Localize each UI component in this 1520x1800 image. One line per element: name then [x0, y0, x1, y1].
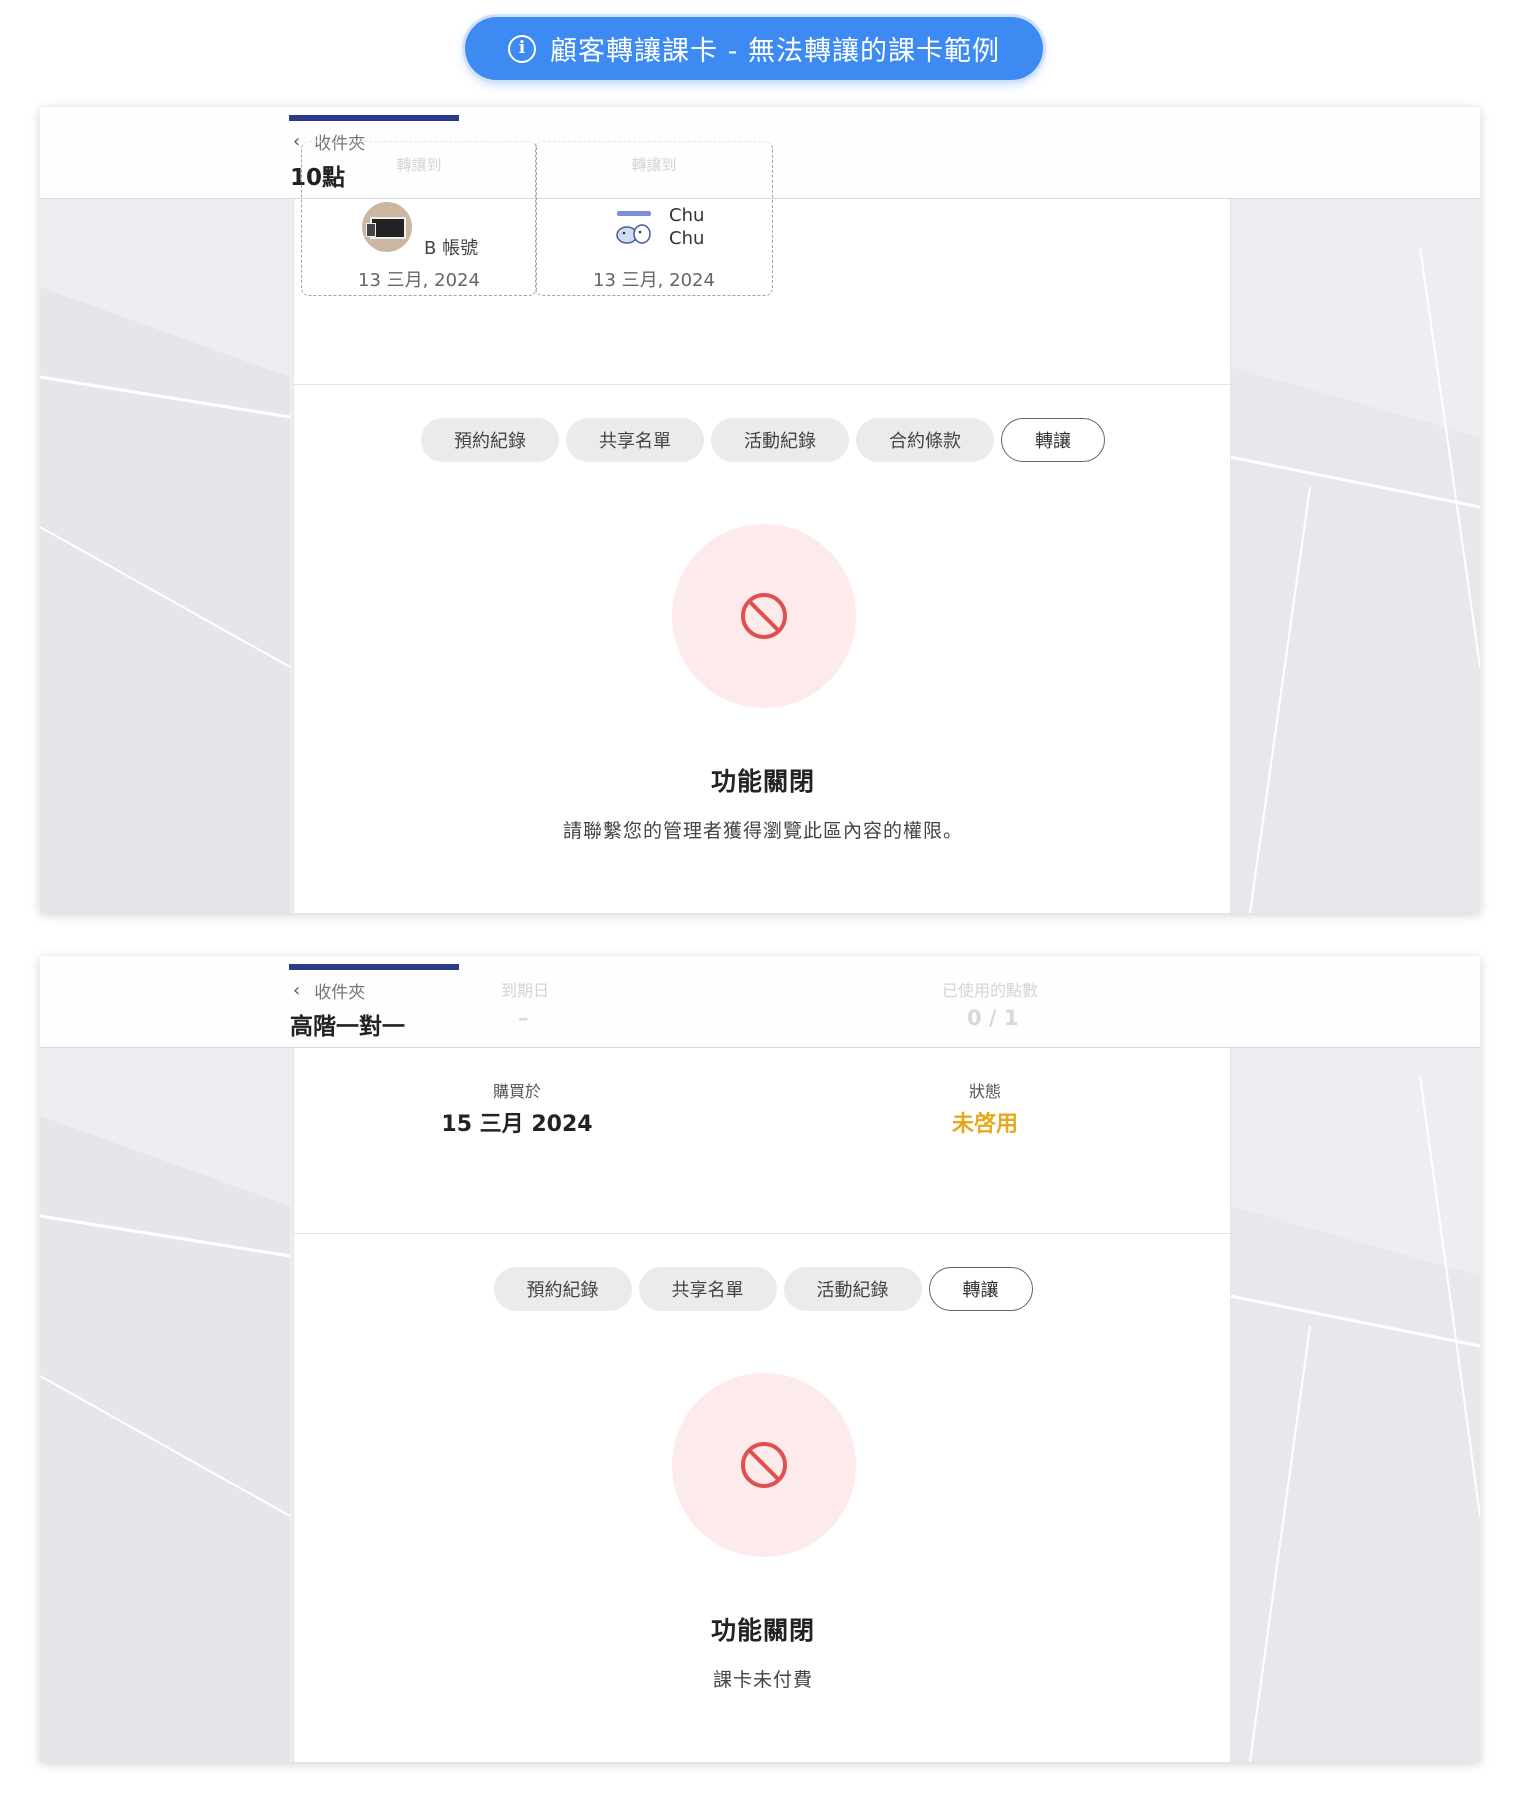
purchased-label: 購買於 [492, 1082, 541, 1101]
page-title: 高階一對一 [290, 1014, 405, 1040]
status-badge: 未啓用 [951, 1112, 1018, 1137]
blocked-message: 課卡未付費 [712, 1669, 813, 1691]
blocked-title: 功能關閉 [710, 767, 815, 796]
info-banner: i 顧客轉讓課卡 - 無法轉讓的課卡範例 [465, 17, 1043, 80]
tab-activity-log[interactable]: 活動紀錄 [783, 1267, 922, 1311]
transfer-card: 轉讓到 B 帳號 13 三月, 2024 [301, 141, 537, 296]
header-accent-bar [289, 115, 459, 121]
header-bar: ‹ 收件夾 高階一對一 到期日 – 已使用的點數 0 / 1 [40, 956, 1480, 1048]
blocked-icon [741, 1442, 787, 1488]
back-link[interactable]: ‹ 收件夾 [293, 978, 365, 1003]
tab-transfer[interactable]: 轉讓 [1001, 418, 1105, 462]
transfer-date: 13 三月, 2024 [593, 270, 715, 291]
purchased-value: 15 三月 2024 [441, 1112, 593, 1137]
blocked-title: 功能關閉 [710, 1616, 815, 1645]
transfer-date: 13 三月, 2024 [358, 270, 480, 291]
screenshot-panel-1: ‹ 收件夾 10點 轉讓到 B 帳號 13 三月, 2024 轉讓到 Chu C… [40, 107, 1480, 913]
tab-activity-log[interactable]: 活動紀錄 [711, 418, 849, 462]
expiry-value: – [518, 1006, 529, 1030]
points-used-value: 0 / 1 [967, 1006, 1019, 1030]
avatar [362, 202, 412, 252]
chevron-left-icon: ‹ [293, 980, 301, 1001]
tab-shared-list[interactable]: 共享名單 [566, 418, 704, 462]
back-label: 收件夾 [314, 983, 366, 1003]
blocked-icon-circle [672, 1373, 856, 1557]
chevron-left-icon: ‹ [293, 131, 301, 152]
content-area: 轉讓到 B 帳號 13 三月, 2024 轉讓到 Chu Chu 13 三月, … [293, 141, 1232, 913]
tab-shared-list[interactable]: 共享名單 [638, 1267, 777, 1311]
screenshot-panel-2: ‹ 收件夾 高階一對一 到期日 – 已使用的點數 0 / 1 購買於 15 三月… [40, 956, 1480, 1762]
divider [294, 1233, 1232, 1234]
transfer-card-heading: 轉讓到 [396, 156, 442, 174]
status-label: 狀態 [968, 1082, 1001, 1101]
info-icon: i [508, 34, 537, 63]
avatar [616, 211, 651, 244]
recipient-name: Chu Chu [669, 205, 705, 249]
tab-booking-records[interactable]: 預約紀錄 [421, 418, 559, 462]
tab-transfer[interactable]: 轉讓 [928, 1267, 1033, 1311]
transfer-card: 轉讓到 Chu Chu 13 三月, 2024 [535, 141, 773, 296]
tab-bar: 預約紀錄 共享名單 活動紀錄 轉讓 [294, 1267, 1232, 1311]
header-accent-bar [289, 964, 459, 970]
divider [294, 384, 1232, 385]
points-used-label: 已使用的點數 [942, 981, 1039, 1000]
expiry-label: 到期日 [501, 981, 550, 1000]
blocked-icon-circle [672, 524, 856, 708]
content-area: 購買於 15 三月 2024 狀態 未啓用 預約紀錄 共享名單 活動紀錄 轉讓 … [293, 1048, 1232, 1762]
tab-contract-terms[interactable]: 合約條款 [856, 418, 994, 462]
tab-bar: 預約紀錄 共享名單 活動紀錄 合約條款 轉讓 [294, 418, 1232, 462]
tab-booking-records[interactable]: 預約紀錄 [493, 1267, 632, 1311]
recipient-name: B 帳號 [424, 238, 479, 259]
blocked-message: 請聯繫您的管理者獲得瀏覽此區內容的權限。 [562, 820, 963, 842]
banner-text: 顧客轉讓課卡 - 無法轉讓的課卡範例 [550, 36, 1000, 67]
transfer-card-heading: 轉讓到 [631, 156, 677, 174]
blocked-icon [741, 593, 787, 639]
